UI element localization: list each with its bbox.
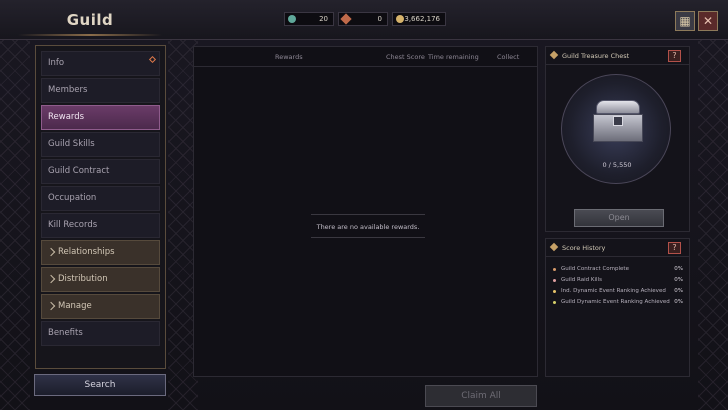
- score-value: 0%: [674, 288, 683, 294]
- sidebar-item-label: Relationships: [58, 247, 115, 257]
- right-pattern: [698, 0, 728, 410]
- sidebar-item-manage[interactable]: Manage: [41, 294, 160, 319]
- sidebar-item-label: Members: [48, 85, 88, 95]
- notification-diamond-icon: [148, 55, 157, 64]
- score-value: 0%: [674, 277, 683, 283]
- sidebar-item-guild-skills[interactable]: Guild Skills: [41, 132, 160, 157]
- close-icon: ✕: [702, 14, 714, 28]
- sidebar-item-occupation[interactable]: Occupation: [41, 186, 160, 211]
- sidebar-item-members[interactable]: Members: [41, 78, 160, 103]
- score-dot-icon: [553, 268, 556, 271]
- treasure-chest-title: Guild Treasure Chest: [562, 52, 630, 60]
- sidebar-item-distribution[interactable]: Distribution: [41, 267, 160, 292]
- treasure-chest-header: Guild Treasure Chest ?: [546, 47, 689, 65]
- currency-coin: 3,662,176: [392, 12, 446, 26]
- sidebar-item-benefits[interactable]: Benefits: [41, 321, 160, 346]
- column-rewards: Rewards: [275, 53, 303, 61]
- sidebar-item-label: Rewards: [48, 112, 85, 122]
- search-button[interactable]: Search: [34, 374, 166, 396]
- empty-rewards-message: There are no available rewards.: [311, 214, 425, 238]
- score-history-title: Score History: [562, 244, 606, 252]
- sidebar-item-label: Guild Skills: [48, 139, 95, 149]
- score-label: Guild Raid Kills: [561, 277, 602, 283]
- sidebar: Info Members Rewards Guild Skills Guild …: [35, 45, 166, 369]
- score-value: 0%: [674, 299, 683, 305]
- sidebar-item-label: Manage: [58, 301, 92, 311]
- claim-all-button[interactable]: Claim All: [425, 385, 537, 407]
- guild-book-button[interactable]: ▦: [675, 11, 695, 31]
- sidebar-item-label: Occupation: [48, 193, 97, 203]
- sidebar-item-guild-contract[interactable]: Guild Contract: [41, 159, 160, 184]
- sidebar-item-label: Info: [48, 58, 65, 68]
- score-row: Guild Raid Kills 0%: [553, 275, 683, 286]
- currency-arrow-value: 0: [377, 15, 382, 23]
- help-icon[interactable]: ?: [668, 242, 681, 254]
- rewards-panel: Rewards Chest Score Time remaining Colle…: [193, 46, 538, 377]
- book-icon: ▦: [679, 14, 691, 28]
- score-label: Ind. Dynamic Event Ranking Achieved: [561, 288, 666, 294]
- help-icon[interactable]: ?: [668, 50, 681, 62]
- column-time-remaining: Time remaining: [428, 53, 479, 61]
- score-label: Guild Dynamic Event Ranking Achieved: [561, 299, 670, 305]
- sidebar-item-relationships[interactable]: Relationships: [41, 240, 160, 265]
- arrow-icon: [340, 13, 352, 25]
- column-chest-score: Chest Score: [386, 53, 425, 61]
- sidebar-item-label: Distribution: [58, 274, 108, 284]
- score-row: Ind. Dynamic Event Ranking Achieved 0%: [553, 286, 683, 297]
- left-pattern: [0, 0, 30, 410]
- chest-frame: 0 / 5,550: [561, 74, 671, 184]
- currency-gem: 20: [284, 12, 334, 26]
- score-dot-icon: [553, 279, 556, 282]
- page-title: Guild: [10, 4, 170, 38]
- gem-icon: [288, 15, 296, 23]
- score-row: Guild Dynamic Event Ranking Achieved 0%: [553, 297, 683, 308]
- close-button[interactable]: ✕: [698, 11, 718, 31]
- treasure-chest-panel: Guild Treasure Chest ? 0 / 5,550 Open: [545, 46, 690, 232]
- score-dot-icon: [553, 290, 556, 293]
- open-chest-button[interactable]: Open: [574, 209, 664, 227]
- score-row: Guild Contract Complete 0%: [553, 264, 683, 275]
- sidebar-item-kill-records[interactable]: Kill Records: [41, 213, 160, 238]
- sidebar-item-label: Benefits: [48, 328, 83, 338]
- rewards-table-header: Rewards Chest Score Time remaining Colle…: [194, 47, 537, 67]
- sidebar-item-label: Guild Contract: [48, 166, 110, 176]
- currency-coin-value: 3,662,176: [404, 15, 440, 23]
- column-collect: Collect: [497, 53, 520, 61]
- score-dot-icon: [553, 301, 556, 304]
- sidebar-item-label: Kill Records: [48, 220, 98, 230]
- coin-icon: [396, 15, 404, 23]
- currency-gem-value: 20: [319, 15, 328, 23]
- sidebar-item-rewards[interactable]: Rewards: [41, 105, 160, 130]
- treasure-chest-icon: [593, 100, 643, 146]
- score-history-panel: Score History ? Guild Contract Complete …: [545, 238, 690, 377]
- sidebar-item-info[interactable]: Info: [41, 51, 160, 76]
- score-label: Guild Contract Complete: [561, 266, 629, 272]
- score-history-header: Score History ?: [546, 239, 689, 257]
- score-value: 0%: [674, 266, 683, 272]
- currency-arrow: 0: [338, 12, 388, 26]
- chest-progress: 0 / 5,550: [602, 161, 632, 169]
